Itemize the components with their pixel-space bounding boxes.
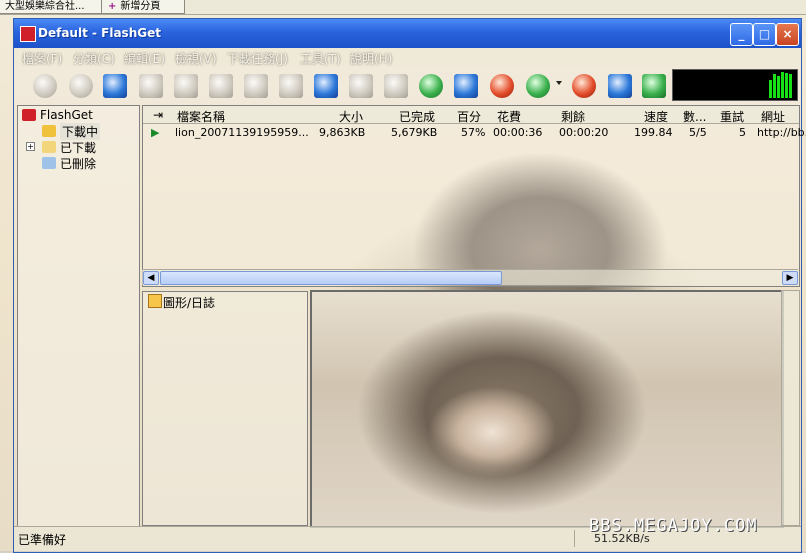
column-count[interactable]: 數... (683, 108, 706, 125)
tree-root[interactable]: FlashGet (40, 108, 93, 122)
column-retry[interactable]: 重試 (720, 108, 744, 125)
scroll-right-arrow[interactable]: ▶ (782, 271, 798, 285)
settings-icon[interactable] (454, 74, 478, 98)
menu-download-task[interactable]: 下載任務(J) (227, 50, 288, 67)
taskbar-button-forum[interactable]: 大型娛樂綜合社... (0, 0, 104, 14)
gear-icon[interactable] (490, 74, 514, 98)
globe-icon[interactable] (419, 74, 443, 98)
download-list: ⇥ 檔案名稱 大小 已完成 百分 花費 剩餘 速度 數... 重試 網址 ▶ l… (142, 105, 806, 287)
move-down-icon[interactable] (244, 74, 268, 98)
recycle-bin-icon (42, 157, 56, 169)
list-header: ⇥ 檔案名稱 大小 已完成 百分 花費 剩餘 速度 數... 重試 網址 (143, 106, 799, 124)
downloading-status-icon: ▶ (151, 126, 160, 139)
cell-size: 9,863KB (319, 126, 366, 139)
menu-help[interactable]: 說明(H) (350, 50, 392, 67)
folder-icon (42, 141, 56, 153)
minimize-button[interactable]: _ (730, 23, 753, 46)
taskbar-button-new-tab[interactable]: + 新增分頁 (101, 0, 185, 14)
title-bar[interactable]: Default - FlashGet _ □ × (14, 19, 801, 48)
cell-filename: lion_20071139195959... (175, 126, 309, 139)
new-task-icon[interactable] (103, 74, 127, 98)
connect-icon[interactable] (526, 74, 550, 98)
vertical-scrollbar[interactable] (781, 290, 800, 526)
speed-graph-bar (769, 80, 772, 98)
status-column-icon[interactable]: ⇥ (153, 108, 163, 122)
downloading-icon (42, 125, 56, 137)
cell-retry: 5 (739, 126, 746, 139)
menu-edit[interactable]: 編輯(E) (124, 50, 165, 67)
speed-graph-bar (789, 74, 792, 98)
column-size[interactable]: 大小 (339, 108, 363, 125)
log-icon (148, 294, 162, 308)
column-filename[interactable]: 檔案名稱 (177, 108, 225, 125)
binoculars-alt-icon[interactable] (384, 74, 408, 98)
cell-elapsed: 00:00:36 (493, 126, 543, 139)
flashget-icon (22, 109, 36, 121)
find-icon[interactable] (314, 74, 338, 98)
status-separator (574, 530, 575, 547)
speed-graph-bar (777, 76, 780, 98)
close-button[interactable]: × (776, 23, 799, 46)
menu-file[interactable]: 檔案(F) (22, 50, 62, 67)
speed-graph-bar (785, 73, 788, 98)
horizontal-scrollbar[interactable]: ◀ ▶ (142, 269, 798, 285)
cell-speed: 199.84 (634, 126, 673, 139)
play-icon[interactable] (33, 74, 57, 98)
log-pane: 圖形/日誌 (142, 291, 308, 526)
scroll-thumb[interactable] (160, 271, 502, 285)
plus-icon: + (108, 1, 117, 12)
expand-icon[interactable]: + (26, 142, 35, 151)
maximize-button[interactable]: □ (753, 23, 776, 46)
window-title: Default - FlashGet (38, 26, 161, 40)
pause-icon[interactable] (69, 74, 93, 98)
speed-graph-bar (781, 72, 784, 98)
column-completed[interactable]: 已完成 (399, 108, 435, 125)
cell-completed: 5,679KB (391, 126, 438, 139)
disconnect-icon[interactable] (572, 74, 596, 98)
column-speed[interactable]: 速度 (644, 108, 668, 125)
column-url[interactable]: 網址 (761, 108, 785, 125)
folder-icon[interactable] (279, 74, 303, 98)
flashget-window: Default - FlashGet _ □ × 檔案(F) 分類(C) 編輯(… (13, 18, 806, 553)
flashget-app-icon (20, 26, 36, 42)
column-remaining[interactable]: 剩餘 (561, 108, 585, 125)
watermark: BBS.MEGAJOY.COM (589, 516, 758, 536)
taskbar-button-label: 新增分頁 (120, 1, 161, 12)
delete-icon[interactable] (139, 74, 163, 98)
tree-item-deleted[interactable]: 已刪除 (60, 155, 96, 172)
speed-graph-bar (773, 74, 776, 98)
properties-icon[interactable] (174, 74, 198, 98)
preview-image (310, 290, 784, 528)
column-percent[interactable]: 百分 (457, 108, 481, 125)
scroll-left-arrow[interactable]: ◀ (143, 271, 159, 285)
category-tree: FlashGet 下載中 + 已下載 已刪除 (17, 105, 140, 527)
cell-count: 5/5 (689, 126, 707, 139)
taskbar-button-label: 大型娛樂綜合社... (5, 1, 85, 12)
tree-item-downloading[interactable]: 下載中 (60, 123, 101, 140)
binoculars-icon[interactable] (349, 74, 373, 98)
chevron-down-icon[interactable] (556, 81, 562, 85)
tree-item-downloaded[interactable]: 已下載 (60, 139, 96, 156)
move-up-icon[interactable] (209, 74, 233, 98)
table-row[interactable]: ▶ lion_20071139195959... 9,863KB 5,679KB… (143, 125, 806, 141)
menu-bar: 檔案(F) 分類(C) 編輯(E) 檢視(V) 下載任務(J) 工具(T) 說明… (14, 48, 801, 67)
cell-percent: 57% (461, 126, 486, 139)
monitor-icon[interactable] (642, 74, 666, 98)
cell-url: http://bb... (757, 126, 806, 139)
cell-remaining: 00:00:20 (559, 126, 609, 139)
taskbar: 大型娛樂綜合社... + 新增分頁 (0, 0, 806, 15)
speed-graph (672, 69, 798, 101)
menu-view[interactable]: 檢視(V) (175, 50, 217, 67)
menu-category[interactable]: 分類(C) (73, 50, 115, 67)
status-text: 已準備好 (18, 533, 67, 547)
column-elapsed[interactable]: 花費 (497, 108, 521, 125)
log-pane-title[interactable]: 圖形/日誌 (163, 294, 215, 311)
schedule-icon[interactable] (608, 74, 632, 98)
menu-tools[interactable]: 工具(T) (300, 50, 341, 67)
